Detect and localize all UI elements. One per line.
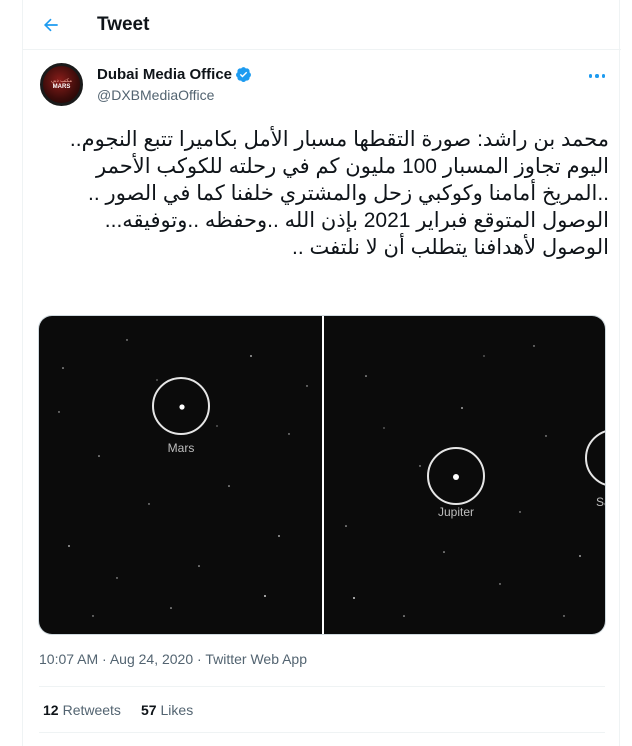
divider [39, 686, 605, 687]
jupiter-label: Jupiter [438, 505, 474, 519]
tweet-detail-column: Tweet مكتب دبي MARS Dubai Media Office @… [22, 0, 621, 746]
media-photo-right[interactable]: Jupiter Sa [324, 316, 606, 634]
background-stars [58, 339, 308, 617]
divider [39, 732, 605, 733]
tweet-text: محمد بن راشد: صورة التقطها مسبار الأمل ب… [69, 128, 609, 259]
saturn-marker-ring [585, 430, 605, 486]
verified-badge-icon [236, 67, 251, 83]
likes-count: 57 [140, 702, 157, 718]
avatar[interactable]: مكتب دبي MARS [40, 63, 83, 106]
likes-label: Likes [160, 702, 194, 718]
starfield-right: Jupiter Sa [345, 345, 606, 617]
likes-stat[interactable]: 57 Likes [141, 702, 193, 718]
mars-dot [179, 404, 185, 410]
page-header: Tweet [23, 0, 621, 50]
media-photo-left[interactable]: Mars [39, 316, 322, 634]
background-stars [345, 345, 581, 617]
more-dot-icon [588, 74, 593, 78]
back-button[interactable] [36, 10, 66, 40]
tweet-time[interactable]: 10:07 AM [39, 651, 98, 667]
saturn-label: Sa [596, 495, 606, 509]
jupiter-dot [453, 474, 459, 480]
retweets-stat[interactable]: 12 Retweets [43, 702, 121, 718]
meta-separator: · [98, 651, 110, 667]
mars-label: Mars [168, 441, 195, 455]
avatar-text-main: MARS [52, 84, 71, 90]
more-options-button[interactable] [581, 60, 613, 92]
meta-separator: · [193, 651, 206, 667]
retweets-label: Retweets [62, 702, 121, 718]
starfield-left: Mars [58, 339, 308, 617]
author-handle[interactable]: @DXBMediaOffice [97, 87, 214, 103]
more-dot-icon [595, 74, 599, 78]
arrow-left-icon [43, 18, 58, 32]
more-dot-icon [601, 74, 606, 78]
retweets-count: 12 [43, 702, 59, 718]
page-title: Tweet [97, 14, 150, 35]
tweet-media[interactable]: Mars Jupiter Sa [38, 315, 606, 635]
tweet-metadata: 10:07 AM · Aug 24, 2020 · Twitter Web Ap… [39, 651, 307, 667]
tweet-source[interactable]: Twitter Web App [205, 651, 307, 667]
tweet-date[interactable]: Aug 24, 2020 [110, 651, 193, 667]
tweet-stats: 12 Retweets 57 Likes [43, 702, 193, 718]
author-display-name[interactable]: Dubai Media Office [97, 66, 232, 83]
